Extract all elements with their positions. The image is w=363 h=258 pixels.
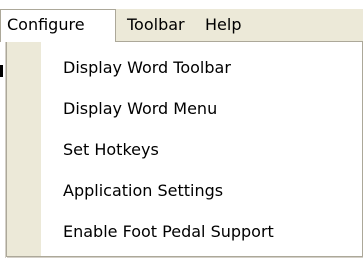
menubar-item-toolbar[interactable]: Toolbar xyxy=(121,9,191,41)
menu-item-set-hotkeys[interactable]: Set Hotkeys xyxy=(7,129,362,170)
configure-dropdown-menu: Display Word Toolbar Display Word Menu S… xyxy=(6,41,363,257)
configure-menu-items: Display Word Toolbar Display Word Menu S… xyxy=(7,47,362,252)
background-document-strip xyxy=(0,0,363,9)
menubar: Configure Toolbar Help xyxy=(0,9,363,42)
menu-item-application-settings[interactable]: Application Settings xyxy=(7,170,362,211)
menubar-item-help[interactable]: Help xyxy=(199,9,247,41)
menu-item-display-word-menu[interactable]: Display Word Menu xyxy=(7,88,362,129)
background-window-mark xyxy=(0,65,3,77)
menu-item-display-word-toolbar[interactable]: Display Word Toolbar xyxy=(7,47,362,88)
menubar-item-configure[interactable]: Configure xyxy=(0,9,116,42)
menu-item-enable-foot-pedal-support[interactable]: Enable Foot Pedal Support xyxy=(7,211,362,252)
